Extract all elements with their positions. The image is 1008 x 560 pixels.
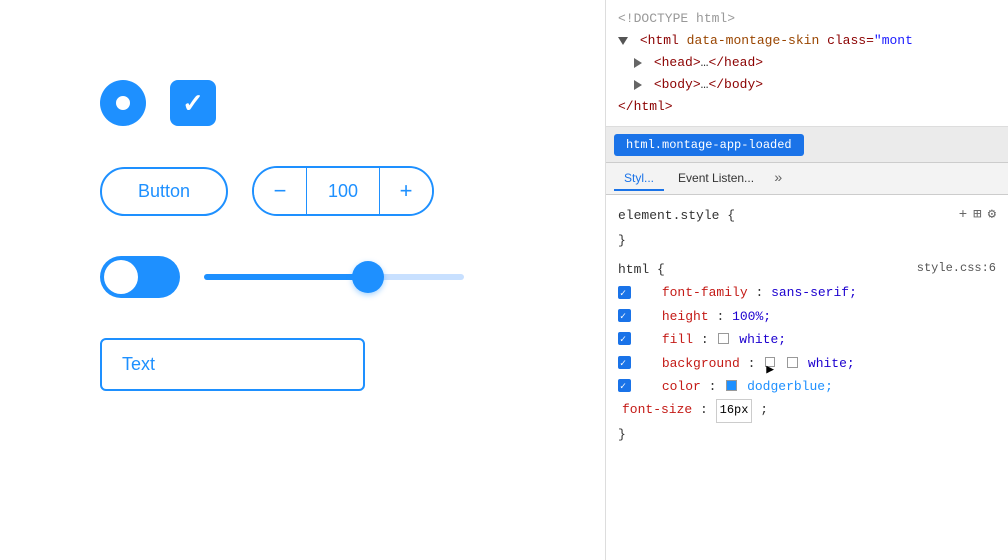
prop-font-size: font-size : 16px ; (618, 398, 996, 423)
prop-name-fill: fill (662, 332, 693, 347)
head-line[interactable]: <head>…</head> (618, 52, 996, 74)
prop-name-font-family: font-family (662, 285, 748, 300)
stepper-decrement-button[interactable]: − (254, 168, 306, 214)
prop-checkbox-fill[interactable] (618, 332, 631, 345)
prop-name-font-size: font-size (622, 402, 692, 417)
tab-event-listeners[interactable]: Event Listen... (668, 167, 764, 191)
slider-container (204, 256, 464, 298)
body-line[interactable]: <body>…</body> (618, 74, 996, 96)
tab-styles[interactable]: Styl... (614, 167, 664, 191)
text-input[interactable] (100, 338, 365, 391)
head-arrow-icon (634, 58, 642, 68)
prop-checkbox-color[interactable] (618, 379, 631, 392)
prop-checkbox-height[interactable] (618, 309, 631, 322)
background-color-swatch[interactable] (787, 357, 798, 368)
prop-checkbox-background[interactable] (618, 356, 631, 369)
element-style-icons: + ⊞ ⚙ (959, 203, 996, 228)
prop-value-background: white; (808, 356, 855, 371)
head-tag: <head> (654, 55, 701, 70)
prop-value-height: 100%; (732, 309, 771, 324)
prop-value-color: dodgerblue; (747, 379, 833, 394)
slider-thumb[interactable] (352, 261, 384, 293)
checkmark-icon: ✓ (182, 90, 204, 116)
color-color-swatch[interactable] (726, 380, 737, 391)
element-style-header: element.style { + ⊞ ⚙ (618, 203, 996, 228)
html-tag-open: <html (640, 33, 679, 48)
row-toggle-slider (100, 256, 464, 298)
html-rule-header: html { style.css:6 (618, 258, 996, 281)
radio-inner (116, 96, 130, 110)
body-close: </body> (708, 77, 763, 92)
colon-font-size: : (700, 402, 708, 417)
stepper-increment-button[interactable]: + (380, 168, 432, 214)
font-size-semicolon: ; (760, 402, 768, 417)
html-source-view: <!DOCTYPE html> <html data-montage-skin … (606, 0, 1008, 127)
prop-checkbox-font-family[interactable] (618, 286, 631, 299)
element-style-selector: element.style { (618, 204, 735, 227)
element-style-close: } (618, 229, 996, 252)
prop-name-height: height (662, 309, 709, 324)
number-stepper: − 100 + (252, 166, 434, 216)
row-button-stepper: Button − 100 + (100, 166, 434, 216)
colon-height: : (716, 309, 724, 324)
style-source-link[interactable]: style.css:6 (917, 258, 996, 281)
stepper-value-display: 100 (307, 181, 379, 202)
font-size-input[interactable]: 16px (716, 399, 753, 423)
primary-button[interactable]: Button (100, 167, 228, 216)
toggle-switch[interactable] (100, 256, 180, 298)
colon-font-family: : (755, 285, 763, 300)
background-triangle-icon: ▶ (765, 357, 775, 367)
row-text-input (100, 338, 365, 391)
prop-font-family: font-family : sans-serif; (618, 281, 996, 304)
doctype-comment: <!DOCTYPE html> (618, 11, 735, 26)
row-toggles: ✓ (100, 80, 216, 126)
colon-color: : (709, 379, 717, 394)
selected-element-bar: html.montage-app-loaded (606, 127, 1008, 163)
prop-name-background: background (662, 356, 740, 371)
styles-panel: element.style { + ⊞ ⚙ } html { style.css… (606, 195, 1008, 560)
tab-more-button[interactable]: » (768, 167, 788, 191)
html-class-attr: class= (827, 33, 874, 48)
prop-background: background : ▶ white; (618, 352, 996, 375)
body-arrow-icon (634, 80, 642, 90)
html-rule-selector: html { (618, 258, 665, 281)
html-doctype-line: <!DOCTYPE html> (618, 8, 996, 30)
colon-fill: : (701, 332, 709, 347)
head-close: </head> (708, 55, 763, 70)
prop-name-color: color (662, 379, 701, 394)
prop-value-fill: white; (739, 332, 786, 347)
ui-preview-panel: ✓ Button − 100 + (0, 0, 605, 560)
prop-height: height : 100%; (618, 305, 996, 328)
prop-fill: fill : white; (618, 328, 996, 351)
checkbox-button[interactable]: ✓ (170, 80, 216, 126)
slider-track (204, 274, 464, 280)
fill-color-swatch[interactable] (718, 333, 729, 344)
html-root-line[interactable]: <html data-montage-skin class="mont (618, 30, 996, 52)
radio-button[interactable] (100, 80, 146, 126)
toggle-thumb (104, 260, 138, 294)
devtools-tab-bar: Styl... Event Listen... » (606, 163, 1008, 195)
colon-background: : (748, 356, 756, 371)
html-rule-close: } (618, 423, 996, 446)
html-close-line: </html> (618, 96, 996, 118)
html-class-value: "mont (874, 33, 913, 48)
selected-element-label[interactable]: html.montage-app-loaded (614, 134, 804, 156)
element-style-rule: element.style { + ⊞ ⚙ } (618, 203, 996, 252)
edit-style-icon[interactable]: ⊞ (973, 203, 981, 228)
body-tag: <body> (654, 77, 701, 92)
html-attr-name: data-montage-skin (687, 33, 820, 48)
more-style-icon[interactable]: ⚙ (988, 203, 996, 228)
devtools-panel: <!DOCTYPE html> <html data-montage-skin … (605, 0, 1008, 560)
collapse-arrow-icon (618, 37, 628, 45)
add-style-icon[interactable]: + (959, 203, 967, 228)
prop-value-font-family: sans-serif; (771, 285, 857, 300)
html-close-tag: </html> (618, 99, 673, 114)
html-style-rule: html { style.css:6 font-family : sans-se… (618, 258, 996, 446)
slider-fill (204, 274, 368, 280)
prop-color: color : dodgerblue; (618, 375, 996, 398)
